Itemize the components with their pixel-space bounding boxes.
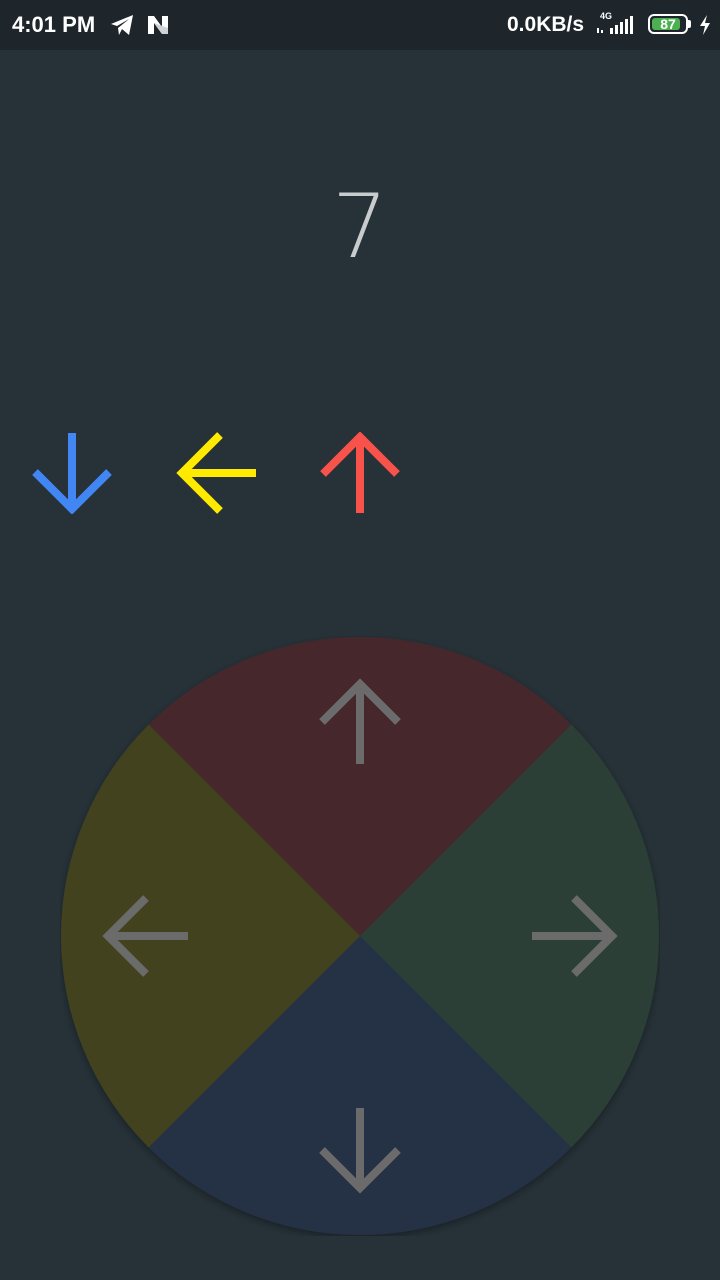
score-display: 7 [332,175,388,278]
sequence-arrow-down-icon [32,433,112,514]
battery-nub [688,20,691,28]
sequence-arrow-left-icon [176,432,256,514]
battery-percent: 87 [660,16,676,32]
telegram-icon [111,15,133,35]
sequence-arrow-up-icon [320,432,400,513]
battery-icon: 87 [648,14,688,34]
status-bar: 4:01 PM 0.0KB/s 4G 87 [0,0,720,50]
network-speed: 0.0KB/s [507,13,585,36]
signal-icon [597,16,633,34]
status-time: 4:01 PM [12,12,96,37]
n-notification-icon [148,16,168,34]
direction-control-wheel [61,637,659,1235]
charging-icon [700,15,710,35]
